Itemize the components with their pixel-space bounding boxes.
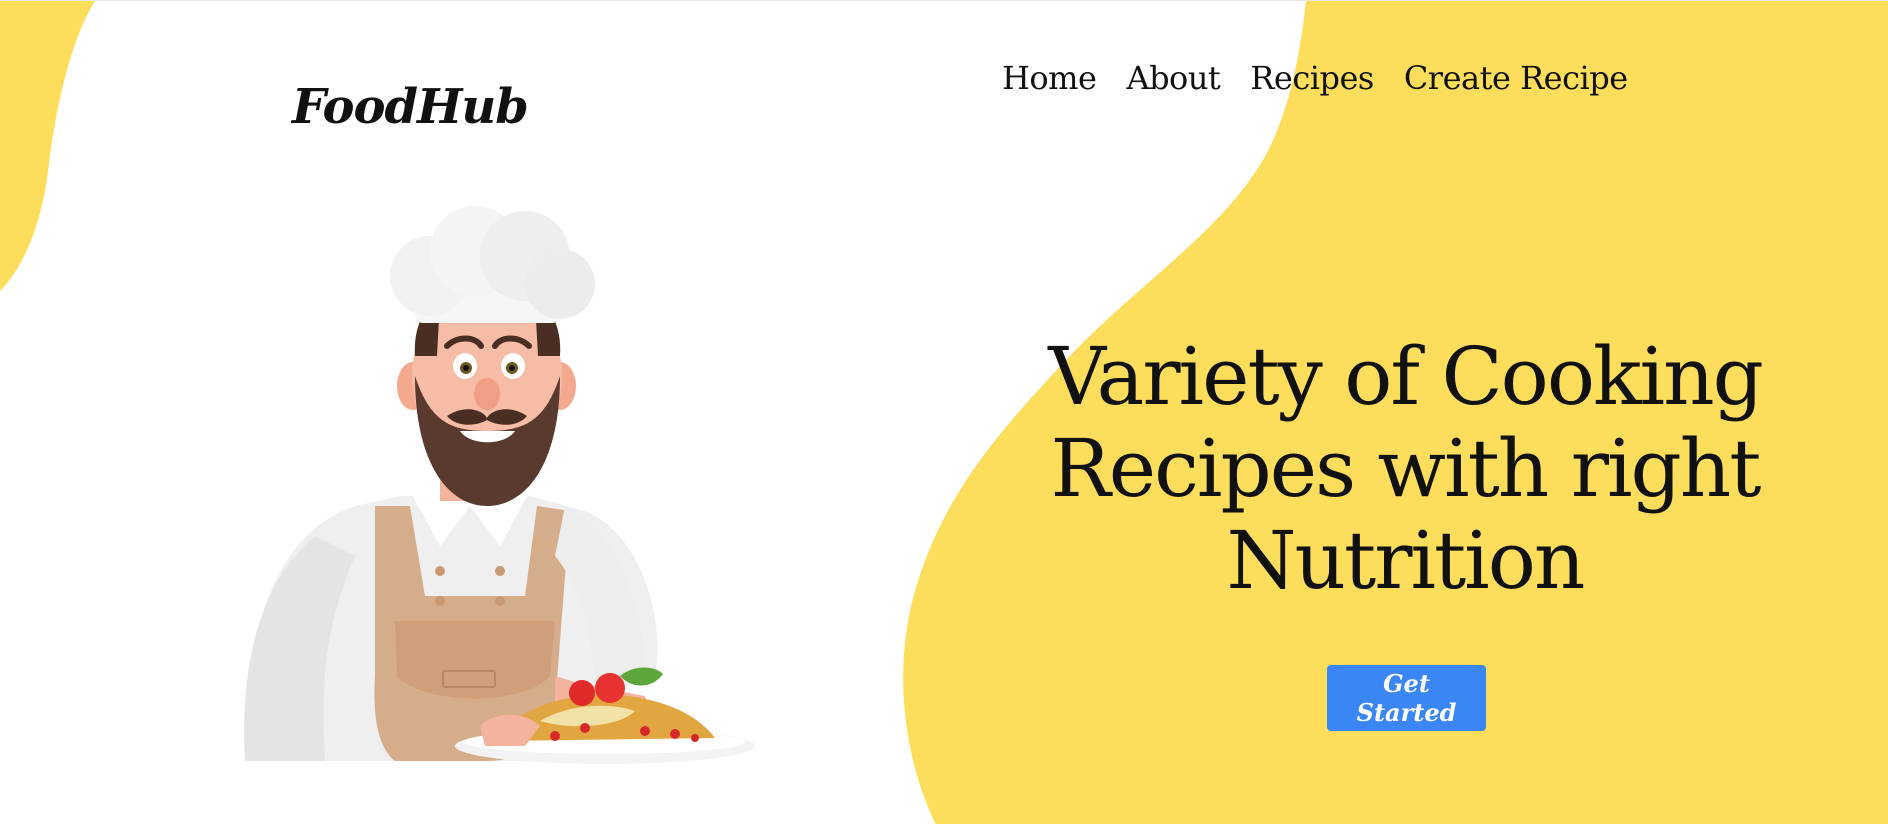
hero-heading-line-3: Nutrition [1226,514,1586,607]
main-nav: Home About Recipes Create Recipe [1002,59,1628,97]
brand-logo[interactable]: FoodHub [292,79,529,135]
top-left-yellow-blob [0,1,95,291]
chef-illustration [244,206,755,764]
hero-heading-line-1: Variety of Cooking [1048,330,1764,423]
nav-about[interactable]: About [1126,59,1220,97]
landing-page: FoodHub Home About Recipes Create Recipe [0,0,1888,824]
nav-create-recipe[interactable]: Create Recipe [1404,59,1628,97]
get-started-button[interactable]: Get Started [1327,665,1486,731]
nav-home[interactable]: Home [1002,59,1097,97]
hero-heading: Variety of Cooking Recipes with right Nu… [1010,331,1800,607]
hero-heading-line-2: Recipes with right [1050,422,1762,515]
nav-recipes[interactable]: Recipes [1250,59,1374,97]
